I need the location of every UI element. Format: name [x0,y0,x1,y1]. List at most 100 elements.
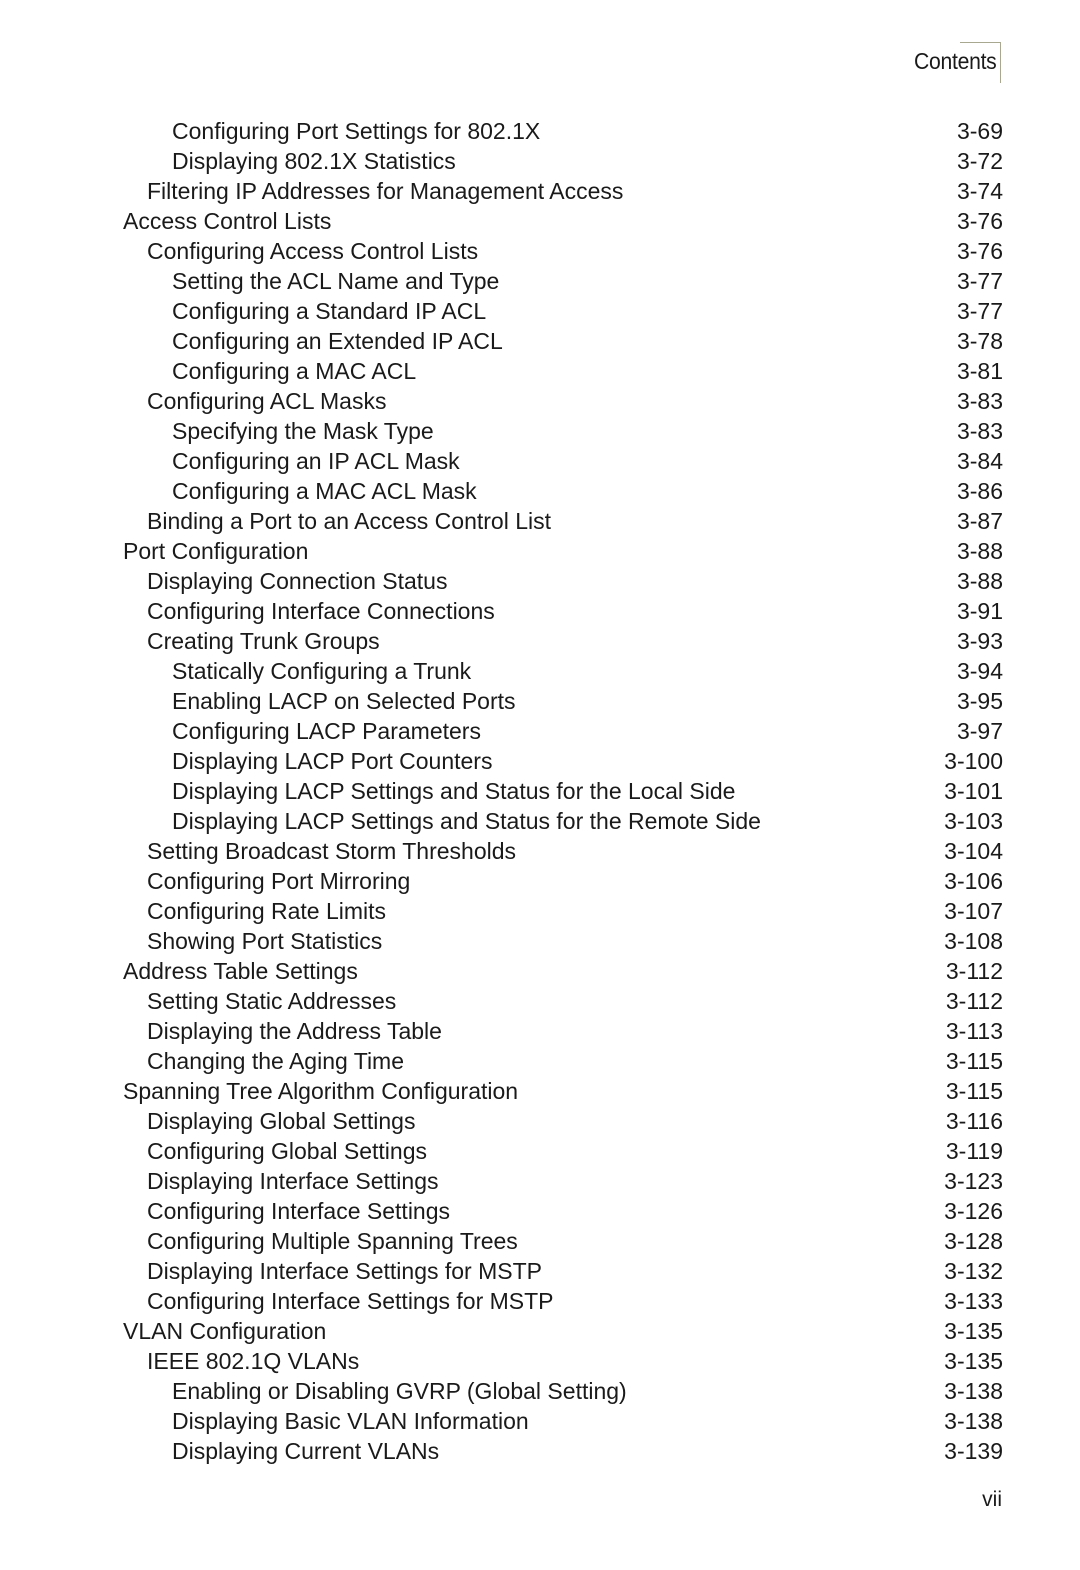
toc-entry[interactable]: Statically Configuring a Trunk 3-94 [123,656,1003,686]
toc-entry[interactable]: Specifying the Mask Type 3-83 [123,416,1003,446]
toc-entry[interactable]: Configuring an IP ACL Mask 3-84 [123,446,1003,476]
toc-entry[interactable]: Configuring Port Mirroring 3-106 [123,866,1003,896]
toc-entry-page: 3-126 [944,1198,1003,1224]
toc-entry-title: Enabling or Disabling GVRP (Global Setti… [172,1378,627,1404]
header-title: Contents [914,48,997,74]
toc-entry[interactable]: Spanning Tree Algorithm Configuration 3-1… [123,1076,1003,1106]
toc-entry[interactable]: Configuring Port Settings for 802.1X 3-69 [123,116,1003,146]
toc-entry-page: 3-115 [945,1048,1003,1074]
toc-entry[interactable]: Address Table Settings 3-112 [123,956,1003,986]
toc-entry-page: 3-128 [944,1228,1003,1254]
toc-entry-page: 3-116 [945,1108,1003,1134]
toc-entry-page: 3-72 [956,148,1003,174]
toc-entry-page: 3-119 [945,1138,1003,1164]
toc-entry-page: 3-138 [944,1408,1003,1434]
toc-entry-title: Configuring Port Mirroring [147,868,411,894]
toc-entry[interactable]: Configuring ACL Masks 3-83 [123,386,1003,416]
table-of-contents: Configuring Port Settings for 802.1X 3-69… [123,116,1003,1466]
toc-entry-title: Configuring Interface Settings [147,1198,451,1224]
toc-entry-page: 3-132 [944,1258,1003,1284]
toc-entry[interactable]: Setting Broadcast Storm Thresholds 3-104 [123,836,1003,866]
toc-entry[interactable]: Configuring a MAC ACL 3-81 [123,356,1003,386]
toc-entry[interactable]: Displaying Global Settings 3-116 [123,1106,1003,1136]
toc-entry[interactable]: Configuring Interface Connections 3-91 [123,596,1003,626]
toc-entry-title: Configuring Interface Settings for MSTP [147,1288,554,1314]
toc-entry[interactable]: Displaying Current VLANs 3-139 [123,1436,1003,1466]
toc-entry-title: Access Control Lists [123,208,332,234]
toc-entry-page: 3-94 [956,658,1003,684]
toc-entry-title: Displaying 802.1X Statistics [172,148,456,174]
toc-entry[interactable]: Displaying Interface Settings 3-123 [123,1166,1003,1196]
toc-entry-title: Configuring an Extended IP ACL [172,328,503,354]
toc-entry-title: Creating Trunk Groups [147,628,380,654]
toc-entry-page: 3-135 [944,1318,1003,1344]
toc-entry[interactable]: Filtering IP Addresses for Management Ac… [123,176,1003,206]
toc-entry[interactable]: Showing Port Statistics 3-108 [123,926,1003,956]
toc-entry[interactable]: Displaying Interface Settings for MSTP 3-… [123,1256,1003,1286]
toc-entry[interactable]: Configuring an Extended IP ACL 3-78 [123,326,1003,356]
toc-entry[interactable]: Displaying the Address Table 3-113 [123,1016,1003,1046]
toc-entry[interactable]: Configuring Interface Settings 3-126 [123,1196,1003,1226]
toc-entry-title: Configuring a MAC ACL [172,358,417,384]
toc-entry-page: 3-83 [956,418,1003,444]
toc-entry-page: 3-138 [944,1378,1003,1404]
toc-entry[interactable]: Setting Static Addresses 3-112 [123,986,1003,1016]
toc-entry[interactable]: Displaying LACP Settings and Status for … [123,776,1003,806]
toc-entry[interactable]: Creating Trunk Groups 3-93 [123,626,1003,656]
toc-entry[interactable]: Displaying 802.1X Statistics 3-72 [123,146,1003,176]
toc-entry[interactable]: Enabling or Disabling GVRP (Global Setti… [123,1376,1003,1406]
toc-entry[interactable]: Configuring Access Control Lists 3-76 [123,236,1003,266]
toc-entry-page: 3-97 [956,718,1003,744]
toc-entry-page: 3-87 [956,508,1003,534]
toc-entry[interactable]: Configuring Multiple Spanning Trees 3-128 [123,1226,1003,1256]
toc-entry-title: Address Table Settings [123,958,358,984]
toc-entry[interactable]: Changing the Aging Time 3-115 [123,1046,1003,1076]
toc-entry-title: Displaying the Address Table [147,1018,442,1044]
toc-entry-page: 3-123 [944,1168,1003,1194]
toc-entry-page: 3-76 [956,208,1003,234]
toc-entry[interactable]: Configuring LACP Parameters 3-97 [123,716,1003,746]
toc-entry-title: Displaying Basic VLAN Information [172,1408,529,1434]
toc-entry-page: 3-135 [944,1348,1003,1374]
toc-entry-page: 3-106 [944,868,1003,894]
toc-entry-page: 3-88 [956,538,1003,564]
toc-entry[interactable]: Configuring Interface Settings for MSTP 3… [123,1286,1003,1316]
toc-entry-page: 3-77 [956,268,1003,294]
toc-entry[interactable]: Displaying LACP Port Counters 3-100 [123,746,1003,776]
toc-entry-page: 3-101 [944,778,1003,804]
running-header: Contents [900,42,1001,84]
toc-entry[interactable]: Displaying Basic VLAN Information 3-138 [123,1406,1003,1436]
toc-entry-page: 3-81 [956,358,1003,384]
toc-entry-title: Displaying Global Settings [147,1108,416,1134]
toc-entry-title: Showing Port Statistics [147,928,383,954]
toc-entry[interactable]: Configuring Rate Limits 3-107 [123,896,1003,926]
toc-entry-page: 3-86 [956,478,1003,504]
toc-entry[interactable]: Displaying Connection Status 3-88 [123,566,1003,596]
toc-entry[interactable]: Displaying LACP Settings and Status for … [123,806,1003,836]
toc-entry-title: Spanning Tree Algorithm Configuration [123,1078,519,1104]
toc-entry-title: Configuring Multiple Spanning Trees [147,1228,518,1254]
toc-entry[interactable]: Configuring Global Settings 3-119 [123,1136,1003,1166]
toc-entry-page: 3-76 [956,238,1003,264]
toc-entry[interactable]: VLAN Configuration 3-135 [123,1316,1003,1346]
toc-entry[interactable]: Port Configuration 3-88 [123,536,1003,566]
toc-entry-page: 3-95 [956,688,1003,714]
page-number: vii [982,1488,1002,1511]
toc-entry-page: 3-93 [956,628,1003,654]
toc-entry-title: Displaying Connection Status [147,568,448,594]
toc-entry[interactable]: Setting the ACL Name and Type 3-77 [123,266,1003,296]
toc-entry[interactable]: Access Control Lists 3-76 [123,206,1003,236]
toc-entry[interactable]: Enabling LACP on Selected Ports 3-95 [123,686,1003,716]
toc-entry[interactable]: Configuring a Standard IP ACL 3-77 [123,296,1003,326]
toc-entry-title: Displaying Interface Settings for MSTP [147,1258,542,1284]
toc-entry[interactable]: IEEE 802.1Q VLANs 3-135 [123,1346,1003,1376]
toc-entry[interactable]: Configuring a MAC ACL Mask 3-86 [123,476,1003,506]
toc-entry-title: Changing the Aging Time [147,1048,405,1074]
toc-entry-page: 3-83 [956,388,1003,414]
toc-entry-page: 3-84 [956,448,1003,474]
toc-entry-title: Setting Broadcast Storm Thresholds [147,838,517,864]
toc-entry[interactable]: Binding a Port to an Access Control List… [123,506,1003,536]
toc-entry-title: Displaying Current VLANs [172,1438,440,1464]
toc-entry-page: 3-100 [944,748,1003,774]
toc-entry-page: 3-107 [944,898,1003,924]
